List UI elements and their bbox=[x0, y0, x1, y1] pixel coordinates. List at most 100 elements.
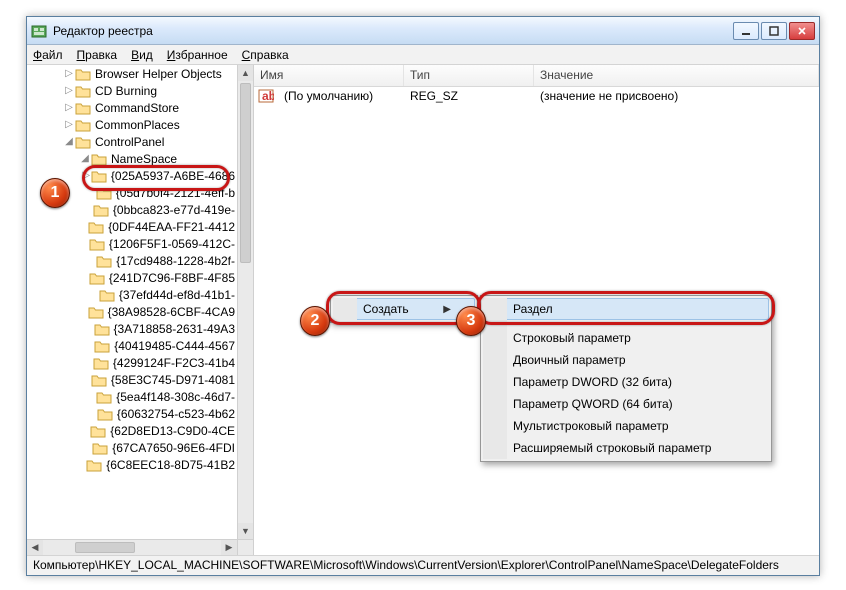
folder-icon bbox=[86, 458, 102, 472]
tree-label: {05d7b0f4-2121-4eff-b bbox=[116, 186, 235, 200]
menubar: Файл Правка Вид Избранное Справка bbox=[27, 45, 819, 65]
tree-label: {40419485-C444-4567 bbox=[114, 339, 235, 353]
titlebar[interactable]: Редактор реестра bbox=[27, 17, 819, 45]
tree-item-namespace[interactable]: ◢ NameSpace bbox=[27, 150, 237, 167]
tree-label: {4299124F-F2C3-41b4 bbox=[113, 356, 235, 370]
scroll-down-icon[interactable]: ▼ bbox=[238, 523, 253, 539]
tree-item[interactable]: ▷ CommonPlaces bbox=[27, 116, 237, 133]
folder-icon bbox=[89, 271, 105, 285]
col-name[interactable]: Имя bbox=[254, 65, 404, 86]
tree-label: {58E3C745-D971-4081 bbox=[111, 373, 235, 387]
tree-label: CommonPlaces bbox=[95, 118, 180, 132]
tree-item-guid[interactable]: {1206F5F1-0569-412C- bbox=[27, 235, 237, 252]
horizontal-scrollbar[interactable]: ◀ ▶ bbox=[27, 539, 237, 555]
menu-edit[interactable]: Правка bbox=[77, 48, 118, 62]
tree-item-guid[interactable]: {38A98528-6CBF-4CA9 bbox=[27, 303, 237, 320]
tree-label: {5ea4f148-308c-46d7- bbox=[116, 390, 235, 404]
expander-icon[interactable]: ▷ bbox=[63, 119, 75, 130]
ctx-item-expand[interactable]: Расширяемый строковый параметр bbox=[483, 437, 769, 459]
value-name: (По умолчанию) bbox=[278, 89, 404, 103]
menu-favorites[interactable]: Избранное bbox=[167, 48, 228, 62]
scroll-thumb-h[interactable] bbox=[75, 542, 135, 553]
folder-icon bbox=[89, 237, 105, 251]
menu-help[interactable]: Справка bbox=[242, 48, 289, 62]
expander-icon[interactable]: ▷ bbox=[63, 102, 75, 113]
tree-item-guid[interactable]: {0bbca823-e77d-419e- bbox=[27, 201, 237, 218]
scroll-thumb[interactable] bbox=[240, 83, 251, 263]
tree-item[interactable]: ▷CommandStore bbox=[27, 99, 237, 116]
folder-icon bbox=[96, 390, 112, 404]
close-button[interactable] bbox=[789, 22, 815, 40]
folder-icon bbox=[88, 220, 104, 234]
folder-icon bbox=[94, 322, 110, 336]
tree-label: {38A98528-6CBF-4CA9 bbox=[108, 305, 235, 319]
tree-item-guid[interactable]: {58E3C745-D971-4081 bbox=[27, 371, 237, 388]
folder-icon bbox=[91, 169, 107, 183]
tree-item-guid[interactable]: {17cd9488-1228-4b2f- bbox=[27, 252, 237, 269]
expander-icon[interactable]: ▷ bbox=[63, 85, 75, 96]
value-type: REG_SZ bbox=[404, 89, 534, 103]
tree-label: CD Burning bbox=[95, 84, 157, 98]
ctx-item-binary[interactable]: Двоичный параметр bbox=[483, 349, 769, 371]
menu-view[interactable]: Вид bbox=[131, 48, 153, 62]
tree-item[interactable]: ◢ ControlPanel bbox=[27, 133, 237, 150]
tree-item-guid[interactable]: {60632754-c523-4b62 bbox=[27, 405, 237, 422]
tree-item-guid[interactable]: {5ea4f148-308c-46d7- bbox=[27, 388, 237, 405]
tree-item-guid[interactable]: {0DF44EAA-FF21-4412 bbox=[27, 218, 237, 235]
tree-label: {025A5937-A6BE-4686 bbox=[111, 169, 235, 183]
window-title: Редактор реестра bbox=[53, 24, 733, 38]
ctx-item-section[interactable]: Раздел bbox=[483, 298, 769, 320]
tree-label: {241D7C96-F8BF-4F85 bbox=[109, 271, 235, 285]
tree-item-guid[interactable]: {62D8ED13-C9D0-4CE bbox=[27, 422, 237, 439]
statusbar: Компьютер\HKEY_LOCAL_MACHINE\SOFTWARE\Mi… bbox=[27, 555, 819, 575]
folder-icon bbox=[91, 152, 107, 166]
ctx-item-dword[interactable]: Параметр DWORD (32 бита) bbox=[483, 371, 769, 393]
tree-label: {6C8EEC18-8D75-41B2 bbox=[106, 458, 235, 472]
folder-icon bbox=[75, 84, 91, 98]
tree-label: Browser Helper Objects bbox=[95, 67, 222, 81]
context-submenu-new: Раздел Строковый параметр Двоичный парам… bbox=[480, 295, 772, 462]
tree-item-guid[interactable]: {3A718858-2631-49A3 bbox=[27, 320, 237, 337]
list-header: Имя Тип Значение bbox=[254, 65, 819, 87]
col-type[interactable]: Тип bbox=[404, 65, 534, 86]
tree-item-guid[interactable]: ▷ {025A5937-A6BE-4686 bbox=[27, 167, 237, 184]
tree-pane: ▷ Browser Helper Objects ▷ CD Burning▷Comma… bbox=[27, 65, 254, 555]
ctx-item-multi[interactable]: Мультистроковый параметр bbox=[483, 415, 769, 437]
list-row-default[interactable]: ab (По умолчанию) REG_SZ (значение не пр… bbox=[254, 87, 819, 105]
tree-item-guid[interactable]: {05d7b0f4-2121-4eff-b bbox=[27, 184, 237, 201]
tree-item-guid[interactable]: {241D7C96-F8BF-4F85 bbox=[27, 269, 237, 286]
folder-icon bbox=[88, 305, 104, 319]
folder-icon bbox=[91, 373, 107, 387]
tree-label: {0DF44EAA-FF21-4412 bbox=[108, 220, 235, 234]
tree-item-guid[interactable]: {4299124F-F2C3-41b4 bbox=[27, 354, 237, 371]
tree-label: {37efd44d-ef8d-41b1- bbox=[119, 288, 235, 302]
tree-item-guid[interactable]: {37efd44d-ef8d-41b1- bbox=[27, 286, 237, 303]
ctx-item-qword[interactable]: Параметр QWORD (64 бита) bbox=[483, 393, 769, 415]
tree-label: ControlPanel bbox=[95, 135, 164, 149]
scroll-right-icon[interactable]: ▶ bbox=[221, 540, 237, 555]
scroll-left-icon[interactable]: ◀ bbox=[27, 540, 43, 555]
folder-icon bbox=[96, 254, 112, 268]
scroll-up-icon[interactable]: ▲ bbox=[238, 65, 253, 81]
tree-item[interactable]: ▷ CD Burning bbox=[27, 82, 237, 99]
value-data: (значение не присвоено) bbox=[534, 89, 684, 103]
minimize-button[interactable] bbox=[733, 22, 759, 40]
expander-icon[interactable]: ▷ bbox=[82, 170, 91, 181]
tree-label: {1206F5F1-0569-412C- bbox=[109, 237, 235, 251]
folder-icon bbox=[96, 186, 112, 200]
tree-item[interactable]: ▷ Browser Helper Objects bbox=[27, 65, 237, 82]
expander-icon[interactable]: ▷ bbox=[63, 68, 75, 79]
col-value[interactable]: Значение bbox=[534, 65, 819, 86]
tree-label: NameSpace bbox=[111, 152, 177, 166]
tree-item-guid[interactable]: {6C8EEC18-8D75-41B2 bbox=[27, 456, 237, 473]
expander-icon[interactable]: ◢ bbox=[63, 136, 75, 147]
vertical-scrollbar[interactable]: ▲ ▼ bbox=[237, 65, 253, 539]
menu-file[interactable]: Файл bbox=[33, 48, 63, 62]
tree-item-guid[interactable]: {40419485-C444-4567 bbox=[27, 337, 237, 354]
tree-item-guid[interactable]: {67CA7650-96E6-4FDI bbox=[27, 439, 237, 456]
maximize-button[interactable] bbox=[761, 22, 787, 40]
tree-label: {62D8ED13-C9D0-4CE bbox=[110, 424, 235, 438]
tree-label: {17cd9488-1228-4b2f- bbox=[116, 254, 235, 268]
ctx-item-string[interactable]: Строковый параметр bbox=[483, 327, 769, 349]
expander-icon[interactable]: ◢ bbox=[79, 153, 91, 164]
